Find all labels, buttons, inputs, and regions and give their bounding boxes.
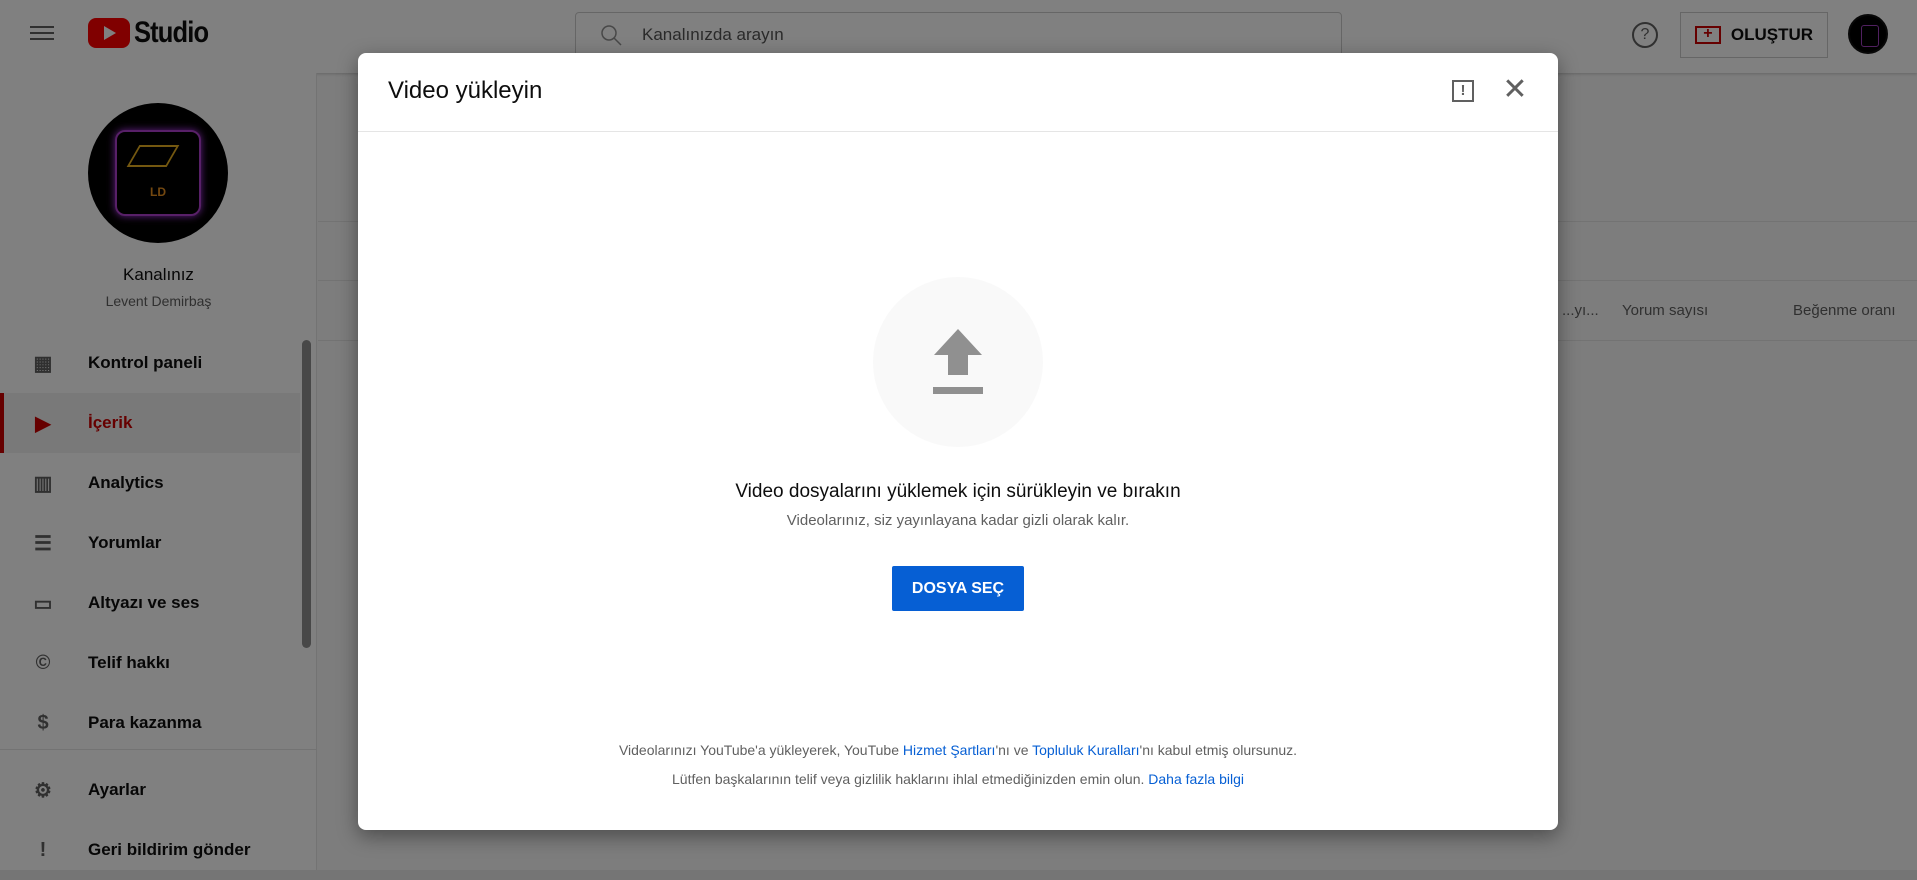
column-header-like-ratio[interactable]: Beğenme oranı xyxy=(1793,302,1896,319)
dialog-title: Video yükleyin xyxy=(388,77,543,104)
sidebar-item-subtitles[interactable]: ▭ Altyazı ve ses xyxy=(0,573,300,633)
upload-dialog: Video yükleyin ! ✕ Video dosyalarını yük… xyxy=(358,53,1558,830)
account-avatar[interactable] xyxy=(1848,14,1888,54)
studio-logo[interactable]: Studio xyxy=(88,16,221,50)
drop-instructions: Video dosyalarını yüklemek için sürükley… xyxy=(735,481,1181,502)
copyright-icon: © xyxy=(35,651,51,674)
dashboard-icon: ▦ xyxy=(33,352,53,375)
close-icon[interactable]: ✕ xyxy=(1498,73,1532,107)
channel-title: Kanalınız xyxy=(123,265,194,284)
sidebar-item-feedback[interactable]: ! Geri bildirim gönder xyxy=(0,820,300,880)
youtube-logo-icon xyxy=(88,18,130,48)
sidebar-item-analytics[interactable]: ▥ Analytics xyxy=(0,453,300,513)
analytics-icon: ▥ xyxy=(33,472,53,495)
feedback-icon[interactable]: ! xyxy=(1452,80,1474,102)
subtitles-icon: ▭ xyxy=(33,592,53,615)
menu-icon[interactable] xyxy=(30,22,54,46)
dollar-icon: $ xyxy=(37,711,49,734)
column-header[interactable]: ...yı... xyxy=(1562,302,1599,319)
community-guidelines-link[interactable]: Topluluk Kuralları xyxy=(1032,742,1139,758)
create-video-icon: + xyxy=(1694,26,1721,44)
help-icon[interactable]: ? xyxy=(1632,22,1658,48)
sidebar: LD Kanalınız Levent Demirbaş ▦ Kontrol pa… xyxy=(0,73,317,870)
copyright-note: Lütfen başkalarının telif veya gizlilik … xyxy=(672,771,1244,787)
column-header-comments[interactable]: Yorum sayısı xyxy=(1622,302,1708,319)
terms-of-service-link[interactable]: Hizmet Şartları xyxy=(903,742,996,758)
select-files-button[interactable]: DOSYA SEÇ xyxy=(892,566,1024,611)
sidebar-divider xyxy=(0,749,317,750)
privacy-note: Videolarınız, siz yayınlayana kadar gizl… xyxy=(786,512,1130,529)
comments-icon: ☰ xyxy=(34,532,52,555)
content-icon: ▶ xyxy=(35,412,51,435)
channel-name: Levent Demirbaş xyxy=(105,293,212,309)
sidebar-item-settings[interactable]: ⚙ Ayarlar xyxy=(0,760,300,820)
create-button[interactable]: + OLUŞTUR xyxy=(1680,12,1828,58)
feedback-icon: ! xyxy=(39,838,47,861)
search-box[interactable] xyxy=(575,12,1342,58)
sidebar-nav: ▦ Kontrol paneli ▶ İçerik ▥ Analytics ☰ Yoru… xyxy=(0,333,300,753)
sidebar-bottom-nav: ⚙ Ayarlar ! Geri bildirim gönder xyxy=(0,760,300,880)
sidebar-item-copyright[interactable]: © Telif hakkı xyxy=(0,633,300,693)
upload-drop-zone[interactable] xyxy=(873,277,1043,447)
sidebar-item-dashboard[interactable]: ▦ Kontrol paneli xyxy=(0,333,300,393)
upload-icon xyxy=(933,329,983,394)
channel-avatar[interactable]: LD xyxy=(88,103,228,243)
dialog-header: Video yükleyin ! ✕ xyxy=(358,53,1558,132)
terms-text: Videolarınızı YouTube'a yükleyerek, YouT… xyxy=(618,742,1298,758)
search-input[interactable] xyxy=(642,25,1292,45)
sidebar-scrollbar[interactable] xyxy=(302,340,311,648)
gear-icon: ⚙ xyxy=(34,779,52,802)
sidebar-item-content[interactable]: ▶ İçerik xyxy=(0,393,300,453)
sidebar-item-comments[interactable]: ☰ Yorumlar xyxy=(0,513,300,573)
learn-more-link[interactable]: Daha fazla bilgi xyxy=(1148,771,1244,787)
search-icon xyxy=(601,25,622,46)
sidebar-item-monetization[interactable]: $ Para kazanma xyxy=(0,693,300,753)
